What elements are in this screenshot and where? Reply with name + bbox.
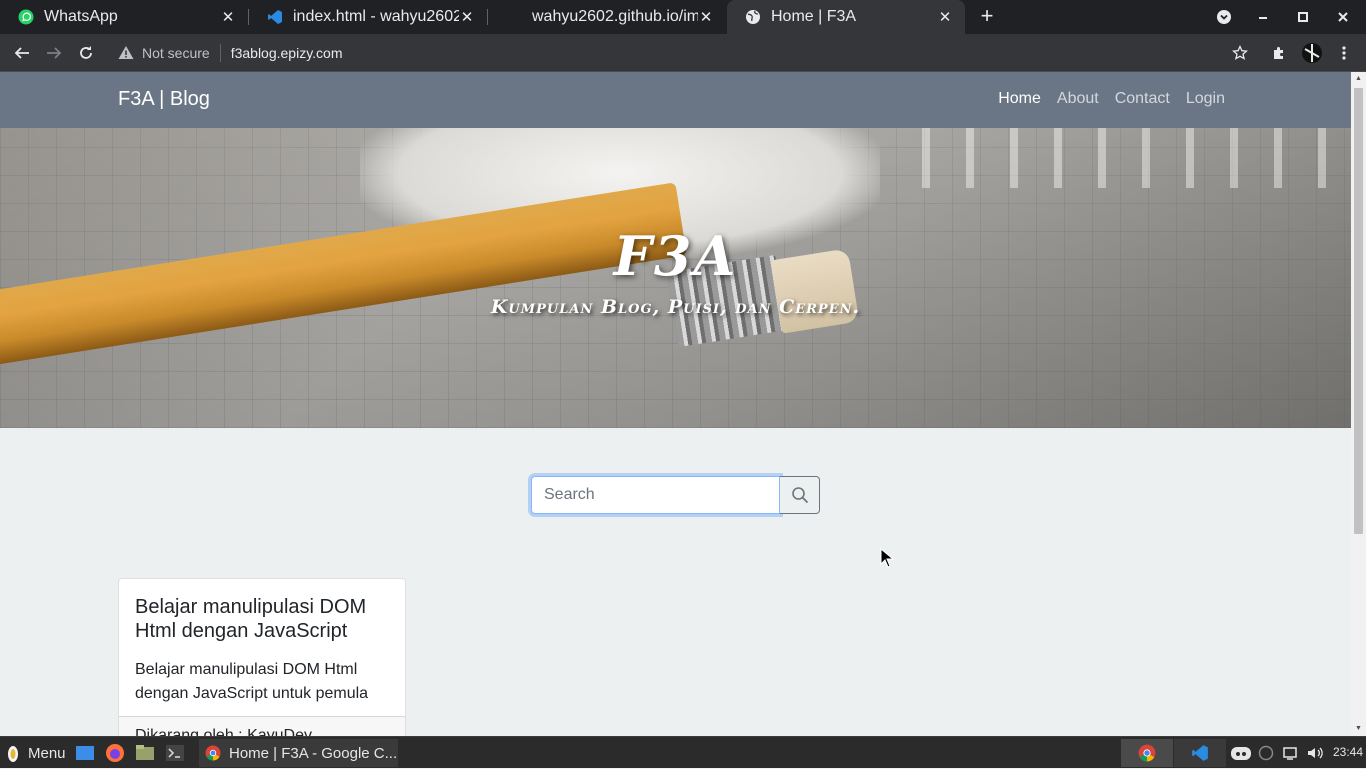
hero-subtitle: Kumpulan Blog, Puisi, dan Cerpen. [490,296,861,318]
search-input[interactable] [531,476,780,514]
more-menu-icon[interactable] [1332,41,1356,65]
tab-title: WhatsApp [44,8,118,25]
taskbar-clock[interactable]: 23:44 [1333,745,1363,759]
new-tab-plus-icon[interactable]: + [976,5,998,28]
tab-home-f3a[interactable]: Home | F3A ✕ [727,0,965,34]
tab-whatsapp[interactable]: WhatsApp ✕ [0,0,248,34]
volume-icon[interactable] [1306,737,1324,769]
globe-icon [745,9,761,25]
profile-avatar-icon[interactable] [1300,41,1324,65]
os-taskbar: Menu Home | F3A - Google C... 23:44 [0,736,1366,768]
taskbar-chrome-window[interactable]: Home | F3A - Google C... [199,739,398,767]
search-form [531,476,820,514]
terminal-icon[interactable] [165,737,185,769]
tray-vscode-icon[interactable] [1174,739,1226,767]
address-bar[interactable]: Not secure f3ablog.epizy.com [108,37,1262,69]
nav-contact[interactable]: Contact [1115,90,1170,108]
close-tab-icon[interactable]: ✕ [220,9,236,26]
tab-title: index.html - wahyu2602. [293,8,459,25]
firefox-icon[interactable] [105,737,125,769]
hero-title: F3A [613,224,738,288]
taskbar-app-title: Home | F3A - Google C... [229,744,398,762]
tab-search-chevron-icon[interactable] [1204,0,1244,34]
scroll-up-arrow-icon[interactable]: ▲ [1354,74,1363,84]
tray-chrome-icon[interactable] [1121,739,1173,767]
omnibox-divider [219,44,221,62]
post-card[interactable]: Belajar manulipulasi DOM Html dengan Jav… [118,578,406,736]
reload-icon[interactable] [74,41,98,65]
close-tab-icon[interactable]: ✕ [698,9,714,26]
scrollbar-thumb[interactable] [1354,88,1363,534]
post-title[interactable]: Belajar manulipulasi DOM Html dengan Jav… [135,595,395,643]
post-footer: Dikarang oleh : KayuDev [119,716,405,736]
tab-title: Home | F3A [771,8,857,25]
browser-tab-strip: WhatsApp ✕ index.html - wahyu2602. ✕ wah… [0,0,1366,34]
maximize-icon[interactable] [1283,0,1323,34]
browser-toolbar: Not secure f3ablog.epizy.com [0,34,1366,72]
tab-title: wahyu2602.github.io/im [532,8,698,25]
close-window-icon[interactable] [1323,0,1363,34]
site-navbar: F3A | Blog Home About Contact Login [0,72,1351,128]
whatsapp-icon [18,9,34,25]
web-page: F3A | Blog Home About Contact Login F3A … [0,72,1351,736]
file-manager-icon[interactable] [135,737,155,769]
nav-home[interactable]: Home [998,90,1041,108]
search-button[interactable] [780,476,820,514]
close-tab-icon[interactable]: ✕ [459,9,475,26]
search-icon [791,487,808,504]
nav-login[interactable]: Login [1186,90,1225,108]
menu-label: Menu [28,744,66,762]
security-label[interactable]: Not secure [142,45,210,61]
scroll-down-arrow-icon[interactable]: ▼ [1354,724,1363,734]
minimize-icon[interactable] [1243,0,1283,34]
post-excerpt: Belajar manulipulasi DOM Html dengan Jav… [135,661,369,702]
vscode-icon [267,9,283,25]
chrome-icon [205,745,221,761]
tab-vscode[interactable]: index.html - wahyu2602. ✕ [249,0,487,34]
hero-banner: F3A Kumpulan Blog, Puisi, dan Cerpen. [0,128,1351,428]
post-author: Dikarang oleh : KayuDev [135,727,312,736]
nav-links: Home About Contact Login [998,90,1225,108]
notification-icon[interactable] [1282,737,1298,769]
start-menu-button[interactable]: Menu [4,737,66,769]
tray-status-icon[interactable] [1258,737,1274,769]
hero-notebook-spiral [900,128,1350,188]
extensions-puzzle-icon[interactable] [1267,41,1291,65]
nav-about[interactable]: About [1057,90,1099,108]
blank-page-icon [506,9,522,25]
linux-penguin-icon [8,746,18,762]
tab-github[interactable]: wahyu2602.github.io/im ✕ [488,0,726,34]
bookmark-star-icon[interactable] [1228,41,1252,65]
discord-icon[interactable] [1230,737,1252,769]
mouse-cursor-icon [880,548,894,568]
show-desktop-icon[interactable] [75,737,95,769]
warning-triangle-icon [118,46,134,59]
forward-arrow-icon[interactable] [42,41,66,65]
page-scrollbar[interactable]: ▲ ▼ [1351,72,1366,736]
url-text[interactable]: f3ablog.epizy.com [231,45,343,61]
close-tab-icon[interactable]: ✕ [937,9,953,26]
site-brand[interactable]: F3A | Blog [118,88,210,111]
back-arrow-icon[interactable] [10,41,34,65]
